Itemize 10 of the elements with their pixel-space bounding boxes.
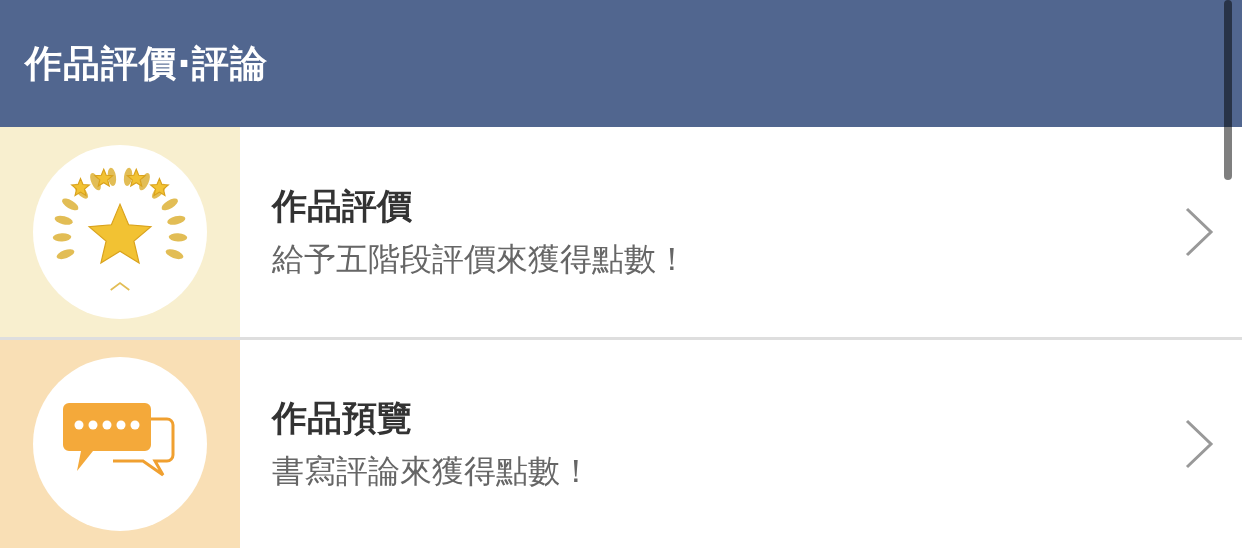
item-subtitle: 給予五階段評價來獲得點數！	[272, 238, 688, 280]
list-item[interactable]: 作品評價 給予五階段評價來獲得點數！	[0, 127, 1242, 340]
scrollbar-thumb[interactable]	[1224, 0, 1232, 180]
item-subtitle: 書寫評論來獲得點數！	[272, 450, 592, 492]
chevron-right-icon	[1184, 418, 1214, 470]
list-item[interactable]: 作品預覽 書寫評論來獲得點數！	[0, 340, 1242, 548]
item-title: 作品評價	[272, 184, 412, 228]
item-title: 作品預覽	[272, 396, 412, 440]
page-title: 作品評價·評論	[25, 40, 269, 87]
chevron-right-icon	[1184, 206, 1214, 258]
